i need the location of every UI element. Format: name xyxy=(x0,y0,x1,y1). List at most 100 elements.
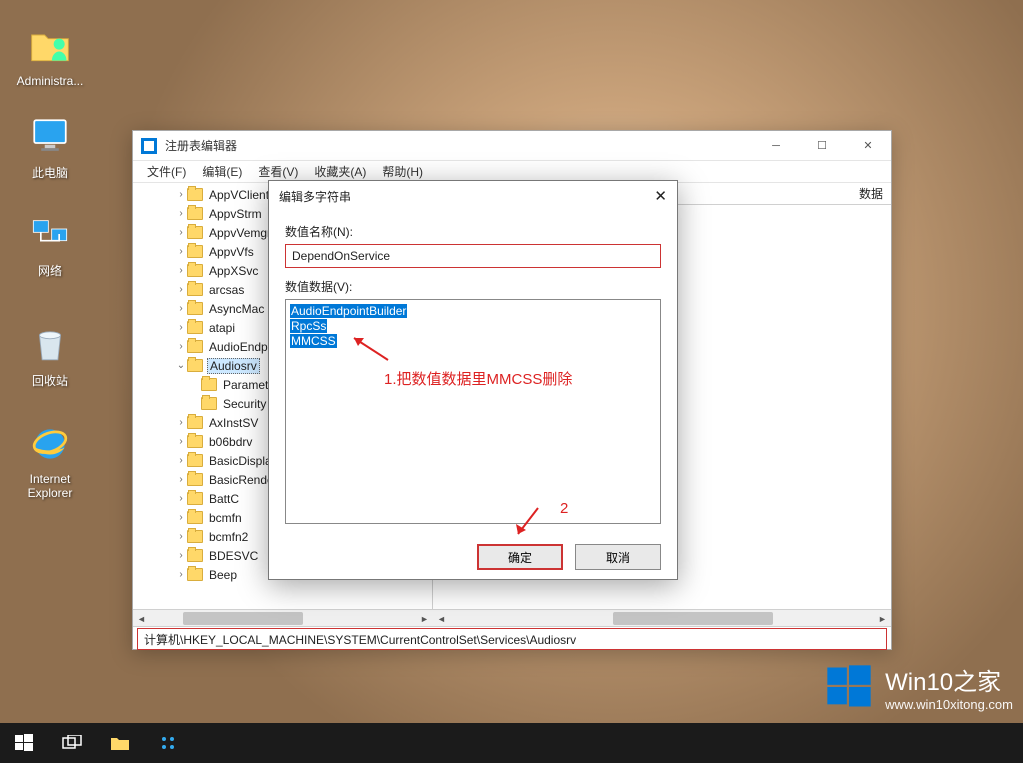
expander-icon[interactable]: › xyxy=(175,189,187,200)
folder-user-icon xyxy=(28,24,72,68)
dialog-title: 编辑多字符串 xyxy=(279,188,351,205)
value-name-input[interactable]: DependOnService xyxy=(285,244,661,268)
ie-icon xyxy=(28,422,72,466)
folder-icon xyxy=(187,283,203,296)
menu-edit[interactable]: 编辑(E) xyxy=(196,161,248,182)
expander-icon[interactable]: › xyxy=(175,455,187,466)
expander-icon[interactable]: › xyxy=(175,265,187,276)
tree-item-label: Beep xyxy=(207,568,239,582)
tree-item-label: AppvVemgr xyxy=(207,226,273,240)
expander-icon[interactable]: ⌄ xyxy=(175,360,187,371)
value-name-text: DependOnService xyxy=(292,249,390,263)
app-icon xyxy=(159,734,177,752)
expander-icon[interactable]: › xyxy=(175,303,187,314)
desktop-icon-label: 此电脑 xyxy=(12,164,88,181)
expander-icon[interactable]: › xyxy=(175,227,187,238)
expander-icon[interactable]: › xyxy=(175,474,187,485)
window-titlebar[interactable]: 注册表编辑器 ─ ☐ ✕ xyxy=(133,131,891,161)
watermark: Win10之家 www.win10xitong.com xyxy=(823,661,1013,713)
scroll-right-icon[interactable]: ► xyxy=(874,610,891,627)
folder-icon xyxy=(187,549,203,562)
tree-item-label: Audiosrv xyxy=(207,358,260,374)
ok-button-label: 确定 xyxy=(508,549,532,566)
data-line: MMCSS xyxy=(290,334,337,348)
desktop-icon-internet-explorer[interactable]: Internet Explorer xyxy=(12,420,88,500)
menu-favorites[interactable]: 收藏夹(A) xyxy=(308,161,372,182)
desktop-icon-administrator[interactable]: Administra... xyxy=(12,22,88,88)
expander-icon[interactable]: › xyxy=(175,512,187,523)
expander-icon[interactable]: › xyxy=(175,208,187,219)
col-data-header: 数据 xyxy=(851,185,891,202)
folder-icon xyxy=(187,473,203,486)
desktop-icon-label: Administra... xyxy=(12,74,88,88)
expander-icon[interactable]: › xyxy=(175,246,187,257)
menu-file[interactable]: 文件(F) xyxy=(141,161,192,182)
folder-icon xyxy=(187,511,203,524)
expander-icon[interactable]: › xyxy=(175,531,187,542)
desktop-icon-label-2: Explorer xyxy=(12,486,88,500)
folder-icon xyxy=(201,378,217,391)
minimize-button[interactable]: ─ xyxy=(753,131,799,161)
expander-icon[interactable]: › xyxy=(175,341,187,352)
tree-horizontal-scrollbar[interactable]: ◄ ► xyxy=(133,609,433,626)
scroll-left-icon[interactable]: ◄ xyxy=(133,610,150,627)
expander-icon[interactable]: › xyxy=(175,436,187,447)
folder-icon xyxy=(187,188,203,201)
menu-help[interactable]: 帮助(H) xyxy=(376,161,429,182)
tree-item-label: AsyncMac xyxy=(207,302,266,316)
scrollbar-thumb[interactable] xyxy=(613,612,773,625)
folder-icon xyxy=(187,302,203,315)
desktop-icon-recycle-bin[interactable]: 回收站 xyxy=(12,320,88,389)
values-horizontal-scrollbar[interactable]: ◄ ► xyxy=(433,609,891,626)
folder-icon xyxy=(187,454,203,467)
menu-view[interactable]: 查看(V) xyxy=(252,161,304,182)
start-button[interactable] xyxy=(0,723,48,763)
task-view-icon xyxy=(62,735,82,751)
folder-icon xyxy=(187,492,203,505)
folder-icon xyxy=(187,416,203,429)
scroll-left-icon[interactable]: ◄ xyxy=(433,610,450,627)
file-explorer-taskbar[interactable] xyxy=(96,723,144,763)
folder-icon xyxy=(187,245,203,258)
folder-icon xyxy=(201,397,217,410)
desktop-icon-label: 网络 xyxy=(12,262,88,279)
value-data-textarea[interactable]: AudioEndpointBuilderRpcSsMMCSS xyxy=(285,299,661,524)
folder-icon xyxy=(187,568,203,581)
dialog-titlebar[interactable]: 编辑多字符串 ✕ xyxy=(269,181,677,211)
desktop-icon-network[interactable]: 网络 xyxy=(12,210,88,279)
scroll-right-icon[interactable]: ► xyxy=(416,610,433,627)
desktop-icon-this-pc[interactable]: 此电脑 xyxy=(12,112,88,181)
expander-icon[interactable]: › xyxy=(175,417,187,428)
taskbar xyxy=(0,723,1023,763)
cancel-button[interactable]: 取消 xyxy=(575,544,661,570)
tree-item-label: BattC xyxy=(207,492,241,506)
regedit-app-icon xyxy=(141,138,157,154)
maximize-button[interactable]: ☐ xyxy=(799,131,845,161)
taskbar-app[interactable] xyxy=(144,723,192,763)
status-bar: 计算机\HKEY_LOCAL_MACHINE\SYSTEM\CurrentCon… xyxy=(133,626,891,651)
folder-icon xyxy=(187,226,203,239)
task-view-button[interactable] xyxy=(48,723,96,763)
tree-item-label: AppXSvc xyxy=(207,264,260,278)
close-icon[interactable]: ✕ xyxy=(654,187,667,205)
monitor-icon xyxy=(29,115,71,157)
desktop-icon-label: 回收站 xyxy=(12,372,88,389)
close-button[interactable]: ✕ xyxy=(845,131,891,161)
expander-icon[interactable]: › xyxy=(175,569,187,580)
folder-icon xyxy=(187,359,203,372)
ok-button[interactable]: 确定 xyxy=(477,544,563,570)
scrollbar-thumb[interactable] xyxy=(183,612,303,625)
expander-icon[interactable]: › xyxy=(175,550,187,561)
watermark-title: Win10之家 xyxy=(885,662,1013,697)
tree-item-label: AppvVfs xyxy=(207,245,256,259)
windows-start-icon xyxy=(15,734,33,752)
folder-icon xyxy=(187,435,203,448)
expander-icon[interactable]: › xyxy=(175,493,187,504)
tree-item-label: b06bdrv xyxy=(207,435,254,449)
expander-icon[interactable]: › xyxy=(175,284,187,295)
data-line: RpcSs xyxy=(290,319,327,333)
data-line: AudioEndpointBuilder xyxy=(290,304,407,318)
expander-icon[interactable]: › xyxy=(175,322,187,333)
tree-item-label: AppvStrm xyxy=(207,207,264,221)
tree-item-label: arcsas xyxy=(207,283,246,297)
